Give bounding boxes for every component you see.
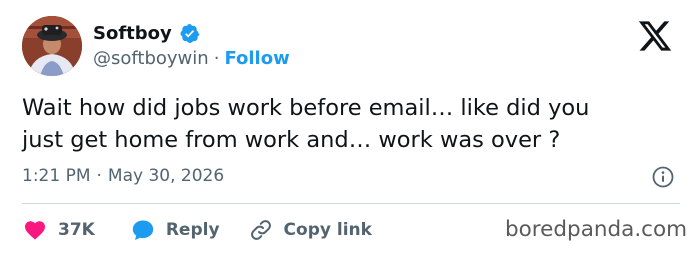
tweet-date[interactable]: May 30, 2026 <box>108 166 224 186</box>
copy-link-label: Copy link <box>283 220 372 240</box>
tweet-meta: 1:21 PM · May 30, 2026 <box>22 166 224 186</box>
reply-button[interactable]: Reply <box>130 218 220 242</box>
link-icon <box>250 220 271 240</box>
tweet-time[interactable]: 1:21 PM <box>22 166 91 186</box>
reply-bubble-icon <box>132 220 154 240</box>
tweet-text: Wait how did jobs work before email… lik… <box>22 92 682 156</box>
avatar-image <box>22 16 82 76</box>
x-logo-icon[interactable] <box>636 18 674 54</box>
copy-link-button[interactable]: Copy link <box>248 218 372 242</box>
handle-row: @softboywin · Follow <box>93 48 290 69</box>
user-handle[interactable]: @softboywin <box>93 48 209 69</box>
follow-button[interactable]: Follow <box>224 48 289 69</box>
watermark: boredpanda.com <box>505 217 688 242</box>
info-icon[interactable] <box>651 165 675 189</box>
tweet-card: Softboy @softboywin · Follow Wait how di… <box>0 0 700 256</box>
tweet-text-line: just get home from work and… work was ov… <box>22 127 561 153</box>
like-button[interactable]: 37K <box>22 218 95 242</box>
like-count: 37K <box>58 220 95 240</box>
separator-dot: · <box>213 48 220 69</box>
reply-label: Reply <box>165 220 220 240</box>
name-row: Softboy <box>93 19 200 47</box>
tweet-text-line: Wait how did jobs work before email… lik… <box>22 95 590 121</box>
verified-badge-icon <box>179 23 200 44</box>
heart-icon <box>25 221 45 240</box>
separator-dot: · <box>96 166 102 186</box>
divider <box>22 203 680 204</box>
action-bar: 37K Reply Copy link <box>22 216 372 244</box>
avatar[interactable] <box>22 16 82 76</box>
display-name[interactable]: Softboy <box>93 23 172 44</box>
